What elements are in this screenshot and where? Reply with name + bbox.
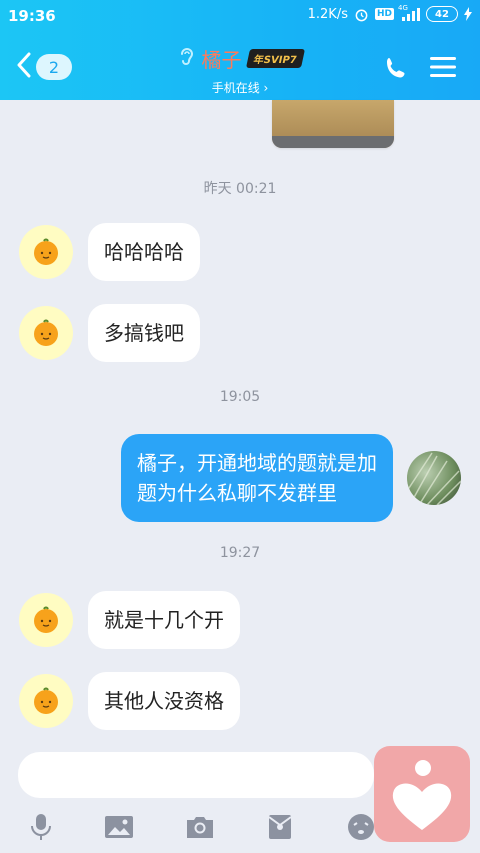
message-line: 题为什么私聊不发群里 [137,481,337,505]
contact-avatar[interactable] [19,306,73,360]
incoming-message: 多搞钱吧 [19,304,200,362]
message-timestamp: 昨天 00:21 [203,181,277,197]
microphone-icon [31,814,51,840]
orange-face-icon [34,687,58,714]
orange-face-icon [34,238,58,265]
title-area[interactable]: 橘子 年SVIP7 手机在线 › [0,44,480,96]
battery-level: 42 [435,8,449,20]
chat-header: 19:36 1.2K/s HD 4G 42 2 橘子 年SVIP7 手机在线 › [0,0,480,100]
red-packet-button[interactable] [263,810,297,844]
contact-name: 橘子 [201,48,242,72]
message-bubble[interactable]: 多搞钱吧 [88,304,200,362]
emoji-button[interactable] [344,810,378,844]
incoming-message: 其他人没资格 [19,672,240,730]
outgoing-message: 橘子，开通地域的题就是加 题为什么私聊不发群里 [121,434,461,522]
red-packet-icon [268,815,292,839]
heart-person-icon [392,760,452,830]
message-bubble[interactable]: 就是十几个开 [88,591,240,649]
camera-icon [187,817,213,838]
battery-icon: 42 [426,6,458,22]
image-bottom-strip [272,136,394,148]
orange-face-icon [34,319,58,346]
message-timestamp: 19:27 [219,545,261,561]
message-timestamp: 19:05 [219,389,261,405]
status-bar: 19:36 1.2K/s HD 4G 42 [0,0,480,32]
voice-button[interactable] [24,810,58,844]
previous-image-message[interactable] [272,100,394,148]
alarm-icon [354,7,369,22]
menu-icon[interactable] [430,56,456,82]
signal-label: 4G [398,3,408,12]
contact-avatar[interactable] [19,225,73,279]
self-avatar[interactable] [407,451,461,505]
status-time: 19:36 [8,7,56,25]
contact-avatar[interactable] [19,674,73,728]
online-status[interactable]: 手机在线 › [0,79,480,96]
contact-avatar[interactable] [19,593,73,647]
floating-app-icon[interactable] [374,746,470,842]
signal-icon: 4G [398,4,420,21]
message-bubble[interactable]: 其他人没资格 [88,672,240,730]
chat-area[interactable]: 昨天 00:21 哈哈哈哈 多搞钱吧 19:05 橘子，开通地域的题就是加 题为… [0,100,480,740]
grass-photo-icon [407,452,461,505]
incoming-message: 就是十几个开 [19,591,240,649]
message-line: 橘子，开通地域的题就是加 [137,451,377,475]
incoming-message: 哈哈哈哈 [19,223,200,281]
network-speed: 1.2K/s [307,6,348,22]
message-bubble[interactable]: 橘子，开通地域的题就是加 题为什么私聊不发群里 [121,434,393,522]
charging-icon [464,7,472,21]
image-button[interactable] [102,810,136,844]
status-icons: 1.2K/s HD 4G 42 [307,4,472,22]
message-input[interactable] [18,752,374,798]
emoji-icon [348,814,374,840]
image-icon [105,816,133,838]
vip-badge: 年SVIP7 [245,49,305,68]
message-bubble[interactable]: 哈哈哈哈 [88,223,200,281]
phone-icon[interactable] [384,56,408,84]
ear-icon [178,46,196,72]
orange-face-icon [34,606,58,633]
camera-button[interactable] [183,810,217,844]
hd-icon: HD [374,8,394,20]
